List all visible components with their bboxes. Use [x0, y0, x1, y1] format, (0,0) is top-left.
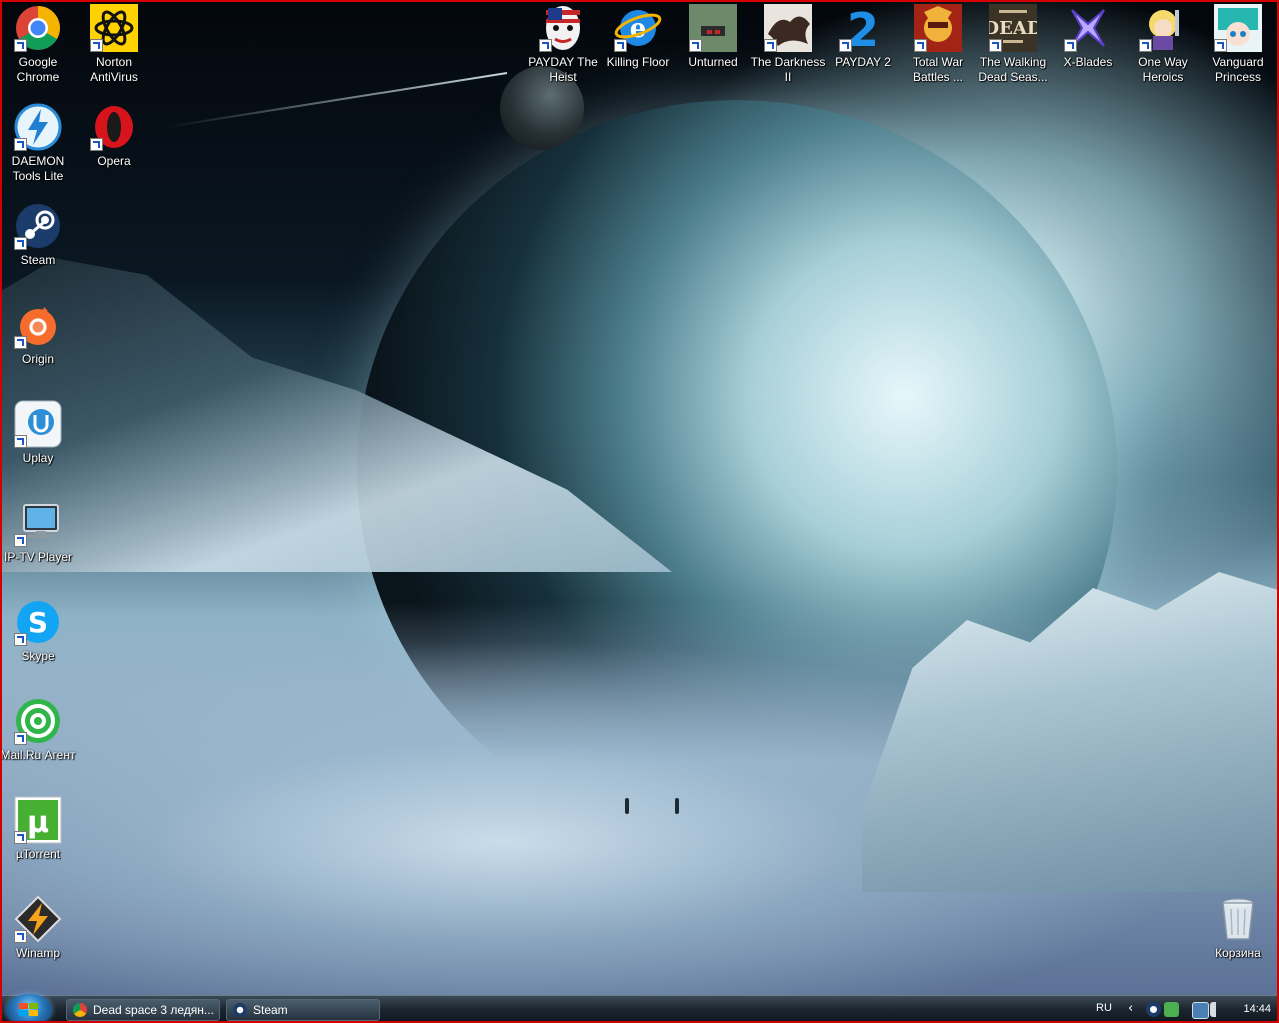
desktop-icon-label: DAEMON Tools Lite — [11, 154, 65, 183]
svg-text:µ: µ — [27, 805, 49, 840]
desktop-icon-label: Корзина — [1215, 946, 1261, 960]
wallpaper-figure — [675, 798, 679, 814]
desktop-icon-one-way-heroics[interactable]: One Way Heroics — [1125, 4, 1201, 85]
desktop-icon-label: Origin — [21, 352, 54, 366]
desktop-icon-label: Skype — [21, 649, 55, 663]
desktop-icon-label: Opera — [97, 154, 131, 168]
steam-tray-icon[interactable] — [1146, 1002, 1161, 1017]
desktop-icon-unturned[interactable]: Unturned — [675, 4, 751, 70]
system-tray: RU ‹ 14:44 — [1092, 996, 1277, 1021]
volume-icon[interactable] — [1210, 1002, 1225, 1017]
payday-2-icon: 2 — [839, 3, 887, 57]
skype-icon: S — [14, 598, 62, 646]
wallpaper-meteor — [166, 72, 508, 128]
desktop-icon-total-war[interactable]: Total War Battles ... — [900, 4, 976, 85]
desktop-icon-label: One Way Heroics — [1138, 55, 1188, 84]
desktop-icon-label: Total War Battles ... — [912, 55, 964, 84]
vanguard-princess-icon — [1214, 4, 1262, 52]
uplay-icon — [14, 400, 62, 448]
desktop-icon-label: Norton AntiVirus — [90, 55, 138, 84]
desktop-icon-label: Uplay — [22, 451, 54, 465]
desktop-icon-utorrent[interactable]: µ µTorrent — [2, 796, 76, 862]
desktop-icon-recycle-bin[interactable]: Корзина — [1200, 895, 1276, 961]
desktop-icon-steam[interactable]: Steam — [2, 202, 76, 268]
tray-app-icon[interactable] — [1164, 1002, 1179, 1017]
desktop-icon-x-blades[interactable]: X-Blades — [1050, 4, 1126, 70]
taskbar-item-steam[interactable]: Steam — [226, 999, 380, 1021]
desktop-icon-label: µTorrent — [15, 847, 61, 861]
steam-icon — [14, 202, 62, 250]
windows-logo-icon — [19, 1003, 39, 1017]
norton-icon — [90, 4, 138, 52]
desktop-icon-label: IP-TV Player — [3, 550, 72, 564]
steam-icon — [233, 1003, 247, 1017]
show-hidden-icons-chevron-icon[interactable]: ‹ — [1128, 1001, 1133, 1016]
desktop-icon-label: Killing Floor — [606, 55, 670, 69]
iptv-icon — [14, 499, 62, 547]
taskbar-item-chrome[interactable]: Dead space 3 ледян... — [66, 999, 220, 1021]
desktop-icon-vanguard-princess[interactable]: Vanguard Princess — [1200, 4, 1276, 85]
walking-dead-icon: DEAD — [984, 4, 1042, 52]
language-indicator[interactable]: RU — [1096, 1002, 1112, 1014]
desktop-icon-label: Mail.Ru Агент — [0, 748, 76, 762]
total-war-icon — [914, 4, 962, 52]
chrome-icon — [14, 4, 62, 52]
desktop-icon-label: PAYDAY 2 — [835, 55, 891, 69]
origin-icon — [14, 301, 62, 349]
desktop-icon-mailru-agent[interactable]: Mail.Ru Агент — [0, 697, 76, 763]
desktop-icon-payday-2[interactable]: 2 PAYDAY 2 — [825, 3, 901, 70]
desktop-icon-label: The Darkness II — [750, 55, 826, 84]
desktop-icon-google-chrome[interactable]: Google Chrome — [2, 4, 76, 85]
desktop-icon-norton[interactable]: Norton AntiVirus — [76, 4, 152, 85]
desktop-icon-skype[interactable]: S Skype — [2, 598, 76, 664]
payday-heist-icon — [539, 4, 587, 52]
taskbar: Dead space 3 ледян... Steam RU ‹ 14:44 — [2, 994, 1277, 1021]
chrome-icon — [73, 1003, 87, 1017]
unturned-icon — [689, 4, 737, 52]
desktop-icon-iptv-player[interactable]: IP-TV Player — [2, 499, 76, 565]
mailru-agent-icon — [14, 697, 62, 745]
desktop-icon-label: X-Blades — [1063, 55, 1113, 69]
desktop-icon-walking-dead[interactable]: DEAD The Walking Dead Seas... — [975, 4, 1051, 85]
clock[interactable]: 14:44 — [1243, 1003, 1271, 1015]
wallpaper-figure — [625, 798, 629, 814]
recycle-bin-icon — [1214, 895, 1262, 943]
desktop-icon-label: PAYDAY The Heist — [528, 55, 598, 84]
desktop-icon-daemon-tools[interactable]: DAEMON Tools Lite — [2, 103, 76, 184]
desktop-icon-label: The Walking Dead Seas... — [978, 55, 1048, 84]
desktop-icon-opera[interactable]: Opera — [76, 103, 152, 169]
one-way-heroics-icon — [1139, 4, 1187, 52]
desktop-icon-label: Winamp — [15, 946, 60, 960]
desktop-icon-label: Unturned — [688, 55, 738, 69]
desktop-icon-origin[interactable]: Origin — [2, 301, 76, 367]
x-blades-icon — [1064, 4, 1112, 52]
desktop-icon-payday-heist[interactable]: PAYDAY The Heist — [525, 4, 601, 85]
desktop-icon-label: Vanguard Princess — [1212, 55, 1264, 84]
svg-text:DEAD: DEAD — [989, 18, 1037, 39]
daemon-tools-icon — [14, 103, 62, 151]
taskbar-item-label: Dead space 3 ледян... — [93, 1003, 214, 1017]
opera-icon — [90, 103, 138, 151]
svg-text:S: S — [28, 606, 48, 639]
desktop-icon-darkness-2[interactable]: The Darkness II — [750, 4, 826, 85]
desktop-icon-label: Steam — [20, 253, 56, 267]
killing-floor-icon: e — [614, 4, 662, 52]
darkness-2-icon — [764, 4, 812, 52]
winamp-icon — [14, 895, 62, 943]
start-button[interactable] — [6, 994, 52, 1021]
desktop-icon-label: Google Chrome — [16, 55, 60, 84]
desktop-wallpaper — [2, 2, 1277, 995]
desktop-icon-killing-floor[interactable]: e Killing Floor — [600, 4, 676, 70]
network-icon[interactable] — [1192, 1002, 1209, 1019]
desktop-icon-uplay[interactable]: Uplay — [2, 400, 76, 466]
taskbar-item-label: Steam — [253, 1003, 288, 1017]
utorrent-icon: µ — [14, 796, 62, 844]
desktop-icon-winamp[interactable]: Winamp — [2, 895, 76, 961]
screen-frame: Google Chrome Norton AntiVirus DAEMON To… — [0, 0, 1279, 1023]
